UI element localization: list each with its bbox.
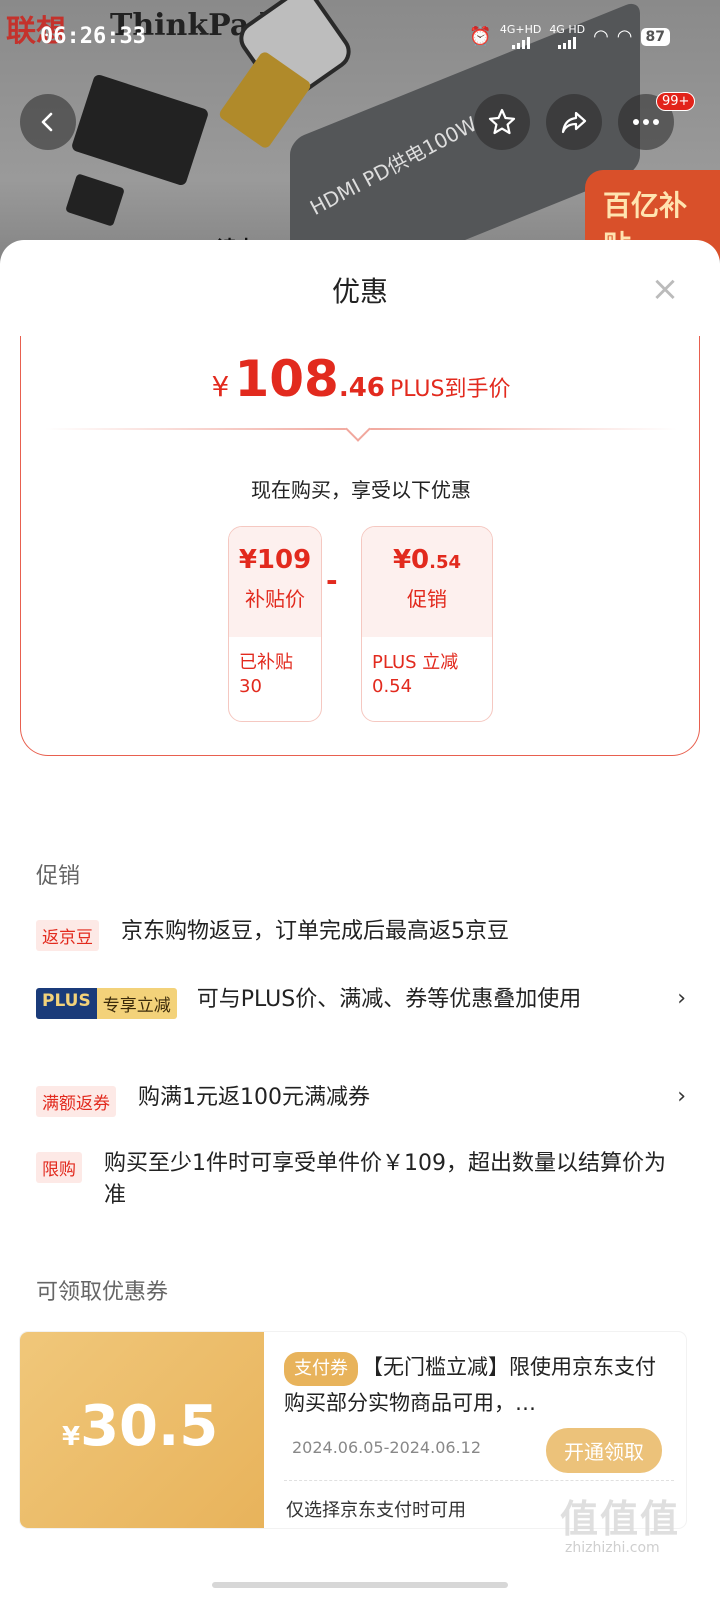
plus-tag-label: PLUS (36, 988, 97, 1019)
coupon-amount: 30.5 (80, 1394, 219, 1459)
share-button[interactable] (546, 94, 602, 150)
promo-text: 购买至少1件时可享受单件价￥109，超出数量以结算价为准 (104, 1151, 666, 1208)
micro-sd-image (65, 173, 125, 227)
more-icon (633, 119, 659, 125)
benefit-detail-line2: 30 (239, 676, 262, 698)
coupon-value-panel: ¥30.5 (20, 1332, 264, 1528)
coupon-description: 支付券 【无门槛立减】限使用京东支付购买部分实物商品可用，… (284, 1350, 674, 1420)
promo-tag: 返京豆 (36, 920, 99, 951)
close-button[interactable]: × (650, 272, 680, 306)
coupon-tag: 支付券 (284, 1352, 358, 1386)
share-icon (561, 111, 587, 134)
chevron-right-icon: › (677, 986, 686, 1011)
promo-text: 购满1元返100元满减券 (138, 1085, 370, 1110)
promo-tag: 满额返券 (36, 1086, 116, 1117)
sd-card-image (70, 73, 210, 187)
favorite-button[interactable] (474, 94, 530, 150)
price-card: ¥ 108.46 PLUS到手价 现在购买，享受以下优惠 ¥109 补贴价 已补… (20, 336, 700, 756)
promo-item-coupon-return[interactable]: 满额返券 购满1元返100元满减券 › (36, 1082, 686, 1117)
signal-1-label: 4G+HD (499, 23, 542, 36)
signal-2-label: 4G HD (549, 23, 586, 36)
watermark-logo: 值值值 (560, 1497, 681, 1541)
sheet-title: 优惠 (331, 275, 388, 308)
signal-bars-icon (511, 37, 530, 49)
promo-item-jingdou[interactable]: 返京豆 京东购物返豆，订单完成后最高返5京豆 (36, 916, 686, 951)
benefit-box-top: ¥0.54 促销 (362, 527, 492, 637)
coupon-date: 2024.06.05-2024.06.12 (292, 1438, 481, 1457)
signal-2: 4G HD (549, 24, 585, 49)
coupon-currency: ¥ (62, 1422, 81, 1452)
plus-tag-sub: 专享立减 (96, 988, 177, 1019)
status-time: 06:26:33 (40, 24, 146, 49)
benefit-detail-line1: PLUS 立减 (372, 652, 459, 673)
price-integer: 108 (234, 350, 339, 408)
coupon-section-title: 可领取优惠券 (36, 1280, 169, 1305)
chevron-right-icon: › (677, 1084, 686, 1109)
battery-indicator: 87 (640, 27, 670, 46)
benefit-amount-dec: .54 (429, 552, 462, 573)
chevron-left-icon (41, 112, 53, 132)
status-icons: ⏰ 4G+HD 4G HD ◠ ◠ 87 (469, 24, 670, 49)
benefit-box-subsidy: ¥109 补贴价 已补贴 30 (228, 526, 322, 722)
minus-sign: - (326, 564, 338, 597)
wifi-icon: ◠ (616, 26, 633, 47)
home-indicator[interactable] (212, 1582, 508, 1588)
coupon-separator (284, 1480, 674, 1481)
benefit-detail: PLUS 立减 0.54 (362, 637, 492, 700)
close-icon: × (650, 269, 680, 309)
status-bar: 06:26:33 ⏰ 4G+HD 4G HD ◠ ◠ 87 (0, 0, 720, 78)
coupon-note: 仅选择京东支付时可用 (286, 1500, 466, 1521)
star-icon (488, 108, 516, 135)
benefit-amount-int: ¥0 (392, 545, 430, 575)
divider-notch (345, 416, 371, 442)
coupon-value: ¥30.5 (62, 1394, 218, 1459)
benefit-detail-line1: 已补贴 (239, 652, 293, 673)
promo-text: 京东购物返豆，订单完成后最高返5京豆 (121, 919, 509, 944)
promo-text: 可与PLUS价、满减、券等优惠叠加使用 (196, 987, 582, 1012)
benefit-name: 补贴价 (245, 587, 305, 611)
promo-tag: 限购 (36, 1152, 82, 1183)
wifi-icon: ◠ (593, 26, 609, 47)
price-decimal: .46 (338, 373, 385, 403)
signal-bars-icon (558, 37, 577, 49)
coupon-details: 支付券 【无门槛立减】限使用京东支付购买部分实物商品可用，… 2024.06.05… (284, 1350, 674, 1521)
back-button[interactable] (20, 94, 76, 150)
benefit-detail: 已补贴 30 (229, 637, 321, 700)
message-count-badge: 99+ (656, 92, 696, 111)
plus-final-price: ¥ 108.46 PLUS到手价 (21, 350, 701, 408)
watermark-url: zhizhizhi.com (565, 1540, 660, 1556)
plus-exclusive-tag: PLUS 专享立减 (36, 988, 177, 1019)
claim-coupon-button[interactable]: 开通领取 (546, 1428, 662, 1473)
benefit-amount: ¥0.54 (362, 545, 492, 575)
signal-1: 4G+HD (500, 24, 541, 49)
benefit-box-promotion: ¥0.54 促销 PLUS 立减 0.54 (361, 526, 493, 722)
price-label: PLUS到手价 (389, 377, 511, 402)
alarm-icon: ⏰ (469, 26, 492, 47)
price-currency: ¥ (211, 370, 230, 403)
promo-item-plus[interactable]: PLUS 专享立减 可与PLUS价、满减、券等优惠叠加使用 › (36, 984, 686, 1019)
benefit-title: 现在购买，享受以下优惠 (251, 478, 471, 502)
benefit-detail-line2: 0.54 (372, 676, 413, 698)
benefit-name: 促销 (407, 587, 447, 611)
promo-item-limit: 限购 购买至少1件时可享受单件价￥109，超出数量以结算价为准 (36, 1148, 686, 1212)
benefit-box-top: ¥109 补贴价 (229, 527, 321, 637)
promo-section-title: 促销 (36, 864, 81, 889)
benefit-amount: ¥109 (238, 545, 312, 575)
